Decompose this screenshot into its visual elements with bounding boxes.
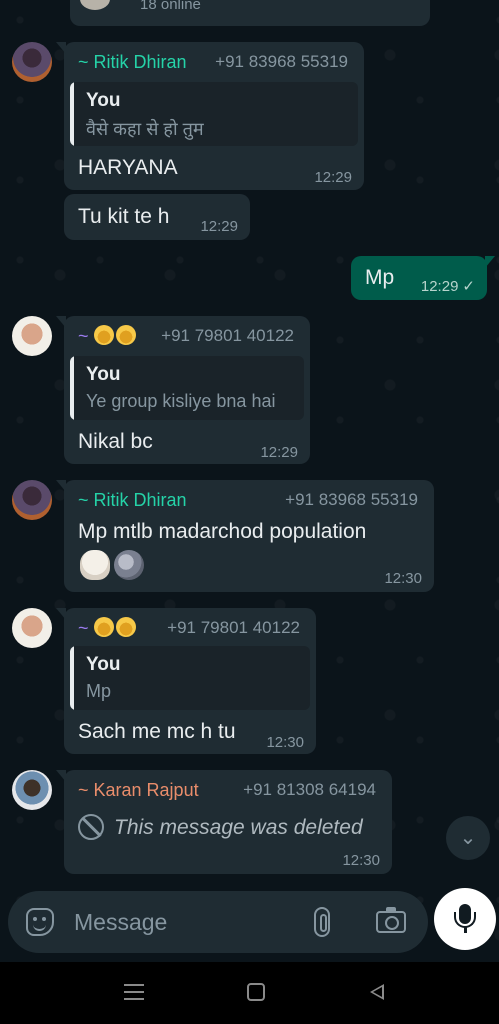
smiling-face-emoji xyxy=(93,617,114,638)
sender-phone: +91 79801 40122 xyxy=(167,618,300,637)
quoted-message[interactable]: You Ye group kisliye bna hai xyxy=(70,356,304,420)
read-tick-icon: ✓ xyxy=(462,278,475,295)
message-bubble[interactable]: Tu kit te h 12:29 xyxy=(64,194,250,240)
message-time: 12:30 xyxy=(266,734,304,751)
message-text: Nikal bc xyxy=(78,430,153,453)
sender-name[interactable]: ~ Ritik Dhiran xyxy=(78,490,187,511)
message-time: 12:29 xyxy=(200,218,238,235)
avatar-ritik[interactable] xyxy=(12,42,52,82)
back-icon[interactable] xyxy=(370,984,384,1000)
quoted-sender: You xyxy=(86,90,121,111)
message-time: 12:29 xyxy=(314,169,352,186)
sticker-icon[interactable] xyxy=(26,908,54,936)
message-time: 12:29 ✓ xyxy=(420,278,475,295)
home-icon[interactable] xyxy=(247,983,265,1001)
previous-message-strip: 18 online xyxy=(70,0,430,26)
message-composer xyxy=(8,891,428,953)
upside-down-face-emoji xyxy=(115,325,136,346)
message-bubble[interactable]: ~ Ritik Dhiran +91 83968 55319 You वैसे … xyxy=(56,42,364,190)
message-text: HARYANA xyxy=(78,156,178,179)
message-text: Tu kit te h xyxy=(78,205,170,228)
sender-name[interactable]: ~ Karan Rajput xyxy=(78,780,199,801)
message-time: 12:30 xyxy=(342,852,380,869)
new-moon-face-emoji xyxy=(114,550,144,580)
system-navigation-bar xyxy=(0,962,499,1024)
smiling-face-emoji xyxy=(93,325,114,346)
quoted-text: Ye group kisliye bna hai xyxy=(86,391,276,411)
sender-phone: +91 79801 40122 xyxy=(161,326,294,345)
sender-name[interactable]: ~ xyxy=(78,617,138,639)
sender-phone: +91 81308 64194 xyxy=(243,780,376,799)
avatar-smile[interactable] xyxy=(12,608,52,648)
sender-name[interactable]: ~ Ritik Dhiran xyxy=(78,52,187,73)
message-bubble[interactable]: ~ +91 79801 40122 You Mp Sach me mc h tu… xyxy=(56,608,316,754)
sender-phone: +91 83968 55319 xyxy=(215,52,348,71)
quoted-sender: You xyxy=(86,654,121,675)
deleted-message-text: This message was deleted xyxy=(114,816,363,839)
online-count: 18 online xyxy=(140,0,201,13)
message-text: Mp xyxy=(365,266,395,289)
recent-apps-icon[interactable] xyxy=(124,984,144,1000)
quoted-text: वैसे कहा से हो तुम xyxy=(86,119,204,139)
message-bubble[interactable]: ~ +91 79801 40122 You Ye group kisliye b… xyxy=(56,316,310,464)
message-text: Mp mtlb madarchod population xyxy=(78,520,367,543)
avatar-karan[interactable] xyxy=(12,770,52,810)
upside-down-face-emoji xyxy=(115,617,136,638)
quoted-message[interactable]: You वैसे कहा से हो तुम xyxy=(70,82,358,146)
voice-message-button[interactable] xyxy=(434,888,496,950)
skull-emoji xyxy=(80,550,110,580)
camera-icon[interactable] xyxy=(376,907,406,933)
deleted-icon xyxy=(78,814,104,840)
message-time: 12:30 xyxy=(384,570,422,587)
quoted-text: Mp xyxy=(86,681,112,701)
message-bubble-deleted[interactable]: ~ Karan Rajput +91 81308 64194 This mess… xyxy=(56,770,392,874)
message-input[interactable] xyxy=(74,905,294,939)
avatar-smile[interactable] xyxy=(12,316,52,356)
quoted-message[interactable]: You Mp xyxy=(70,646,310,710)
sender-name[interactable]: ~ xyxy=(78,325,138,347)
avatar-ritik[interactable] xyxy=(12,480,52,520)
double-chevron-down-icon[interactable]: ⌄ xyxy=(446,816,490,860)
paperclip-icon[interactable] xyxy=(314,907,330,937)
message-text: Sach me mc h tu xyxy=(78,720,236,743)
message-bubble-outgoing[interactable]: Mp 12:29 ✓ xyxy=(351,256,495,300)
message-bubble[interactable]: ~ Ritik Dhiran +91 83968 55319 Mp mtlb m… xyxy=(56,480,434,592)
avatar xyxy=(80,0,110,10)
quoted-sender: You xyxy=(86,364,121,385)
sender-phone: +91 83968 55319 xyxy=(285,490,418,509)
message-time: 12:29 xyxy=(260,444,298,461)
